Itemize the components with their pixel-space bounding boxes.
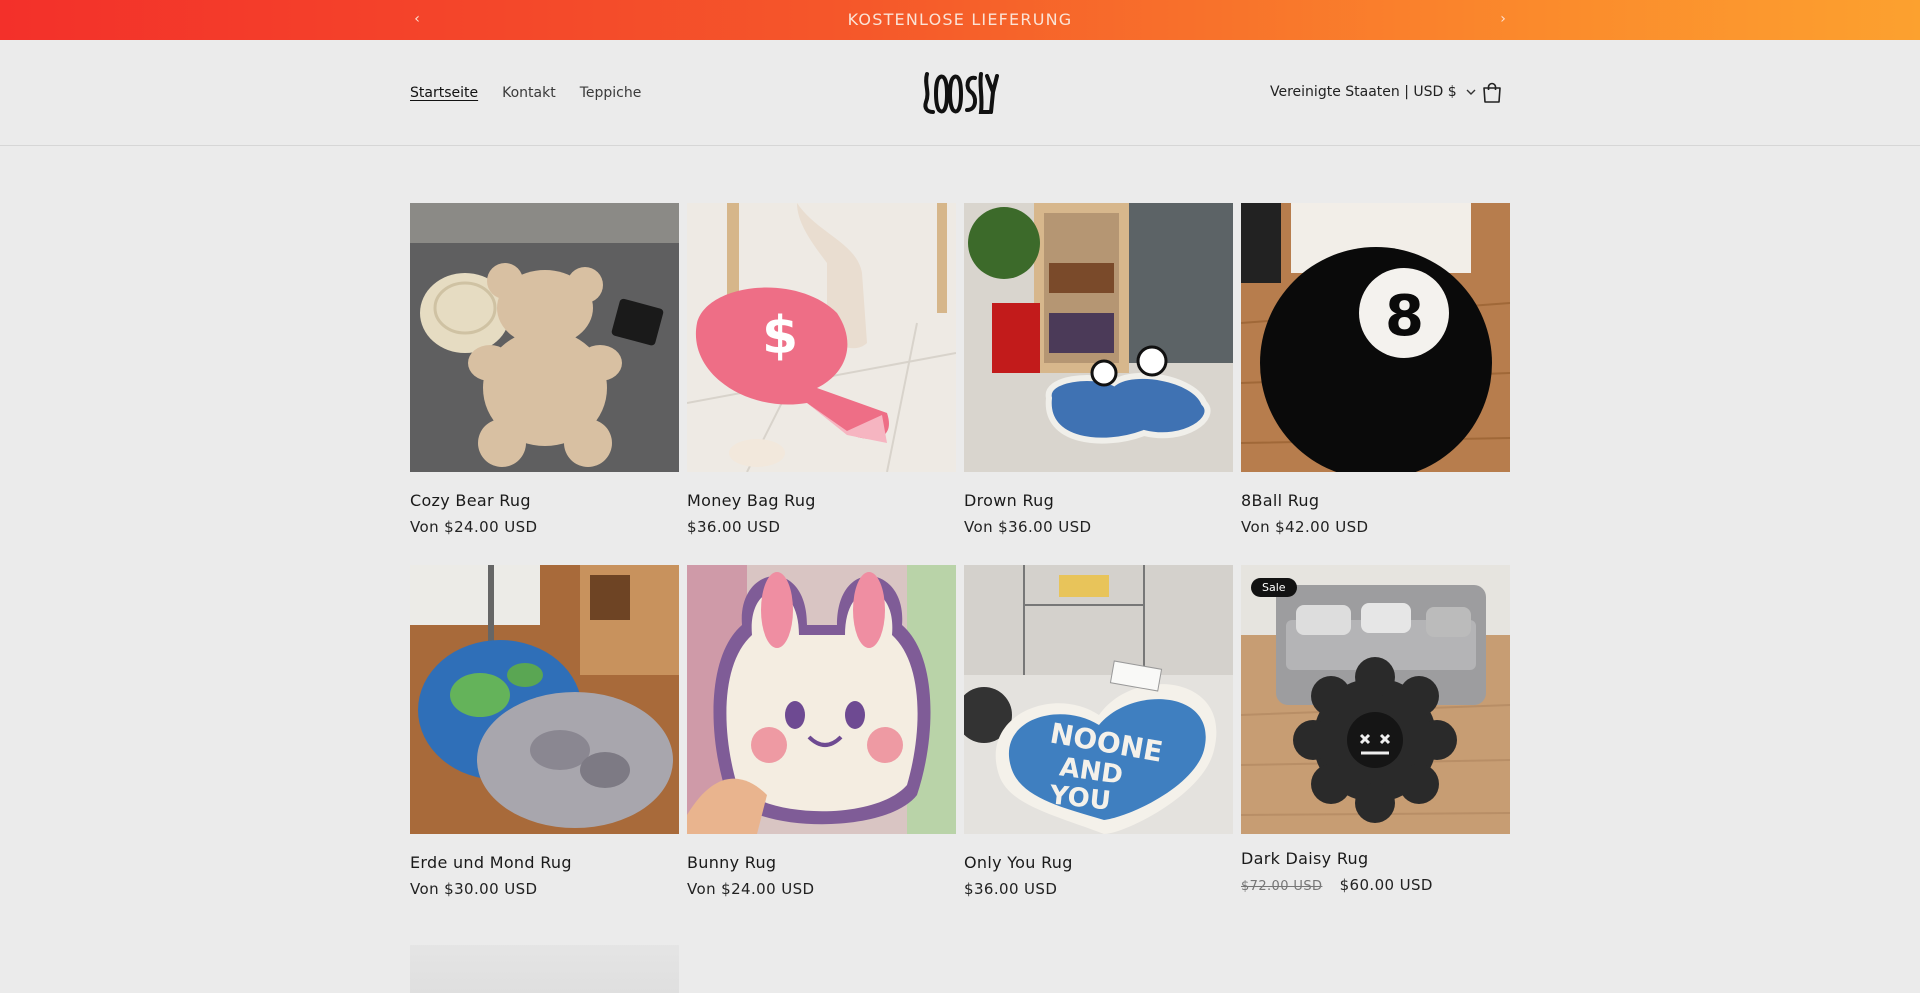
product-card-partial[interactable] bbox=[410, 945, 679, 993]
product-image-dark-daisy[interactable] bbox=[1241, 565, 1510, 834]
svg-text:$: $ bbox=[762, 306, 798, 366]
announcement-text: KOSTENLOSE LIEFERUNG bbox=[847, 10, 1073, 29]
product-title[interactable]: Cozy Bear Rug bbox=[410, 491, 679, 510]
product-title[interactable]: Erde und Mond Rug bbox=[410, 853, 679, 872]
product-title[interactable]: Bunny Rug bbox=[687, 853, 956, 872]
main-nav: Startseite Kontakt Teppiche bbox=[410, 85, 641, 101]
compare-at-price: $72.00 USD bbox=[1241, 879, 1323, 894]
product-card[interactable]: NOONE AND YOU Only You Rug $36.00 USD bbox=[956, 565, 1233, 898]
sale-price: $60.00 USD bbox=[1339, 876, 1433, 894]
product-price: $72.00 USD $60.00 USD bbox=[1241, 876, 1510, 894]
product-price: Von $24.00 USD bbox=[687, 880, 815, 898]
product-image-only-you[interactable]: NOONE AND YOU bbox=[956, 565, 1233, 834]
nav-item-kontakt[interactable]: Kontakt bbox=[502, 85, 556, 101]
product-card[interactable]: $ Money Bag Rug $36.00 USD bbox=[686, 203, 957, 536]
country-currency-selector[interactable]: Vereinigte Staaten | USD $ bbox=[1270, 84, 1477, 100]
product-card[interactable]: Cozy Bear Rug Von $24.00 USD bbox=[410, 203, 679, 536]
product-price: Von $36.00 USD bbox=[964, 518, 1092, 536]
product-card[interactable]: Bunny Rug Von $24.00 USD bbox=[687, 565, 956, 898]
announcement-bar: ‹ KOSTENLOSE LIEFERUNG › bbox=[0, 0, 1920, 40]
product-image-cozy-bear[interactable] bbox=[410, 203, 679, 472]
product-title[interactable]: Dark Daisy Rug bbox=[1241, 849, 1510, 868]
product-price: $36.00 USD bbox=[687, 518, 781, 536]
chevron-down-icon bbox=[1466, 89, 1476, 95]
product-price: $36.00 USD bbox=[964, 880, 1058, 898]
product-price: Von $30.00 USD bbox=[410, 880, 538, 898]
sale-badge: Sale bbox=[1251, 578, 1297, 597]
product-card[interactable]: 8 8Ball Rug Von $42.00 USD bbox=[1240, 203, 1511, 536]
product-title[interactable]: Money Bag Rug bbox=[687, 491, 956, 510]
chevron-right-icon[interactable]: › bbox=[1493, 9, 1513, 29]
product-card[interactable]: Drown Rug Von $36.00 USD bbox=[964, 203, 1233, 536]
product-image-drown[interactable] bbox=[964, 203, 1233, 472]
product-image-bunny[interactable] bbox=[687, 565, 956, 834]
product-card[interactable]: Erde und Mond Rug Von $30.00 USD bbox=[410, 565, 679, 898]
product-image-8ball[interactable]: 8 bbox=[1240, 203, 1511, 479]
product-image-erde-und-mond[interactable] bbox=[410, 565, 679, 834]
product-image-wrapper[interactable]: Sale bbox=[1241, 565, 1510, 834]
product-image-money-bag[interactable]: $ bbox=[686, 203, 957, 473]
product-title[interactable]: 8Ball Rug bbox=[1241, 491, 1510, 510]
product-price: Von $42.00 USD bbox=[1241, 518, 1369, 536]
product-card[interactable]: Sale Dark Daisy Rug $72.00 USD $60.00 US… bbox=[1241, 565, 1510, 894]
shopping-bag-icon[interactable] bbox=[1480, 81, 1504, 105]
nav-item-teppiche[interactable]: Teppiche bbox=[580, 85, 642, 101]
nav-item-startseite[interactable]: Startseite bbox=[410, 85, 478, 101]
site-header: Startseite Kontakt Teppiche Vereinigte S… bbox=[0, 40, 1920, 146]
store-logo[interactable] bbox=[921, 70, 999, 116]
product-title[interactable]: Drown Rug bbox=[964, 491, 1233, 510]
product-title[interactable]: Only You Rug bbox=[964, 853, 1233, 872]
country-label: Vereinigte Staaten | USD $ bbox=[1270, 84, 1457, 100]
product-price: Von $24.00 USD bbox=[410, 518, 538, 536]
svg-text:8: 8 bbox=[1385, 284, 1424, 349]
